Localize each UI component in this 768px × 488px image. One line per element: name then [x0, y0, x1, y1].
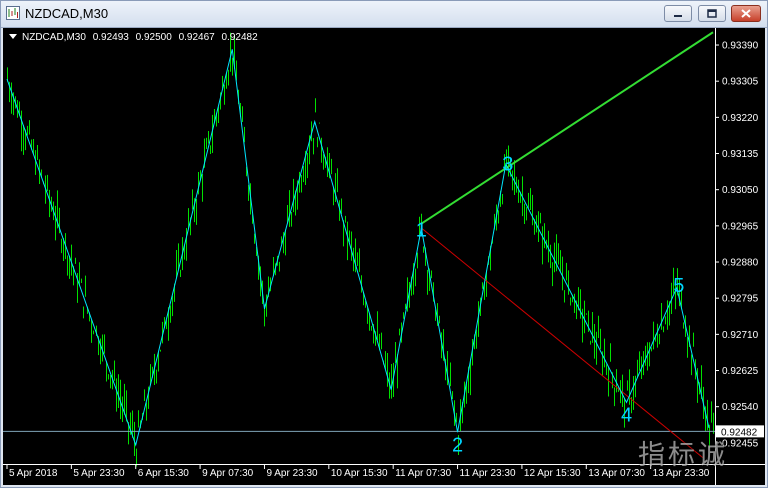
price-tick-label: 0.93305 [722, 77, 759, 88]
time-tick-label: 10 Apr 15:30 [331, 468, 388, 479]
wave-label: 5 [673, 275, 684, 297]
watermark: 指标诚 [638, 440, 728, 471]
wave-label: 2 [452, 434, 463, 456]
time-tick-label: 9 Apr 23:30 [266, 468, 318, 479]
price-bars [7, 32, 714, 467]
header-high: 0.92500 [135, 32, 172, 43]
window-title: NZDCAD,M30 [25, 6, 109, 21]
price-tick-label: 0.93135 [722, 149, 759, 160]
time-tick-label: 6 Apr 15:30 [138, 468, 190, 479]
terminal-chart-window: NZDCAD,M30 0.93390 0.93305 0.93220 0.93135 0… [0, 0, 768, 488]
restore-button[interactable] [698, 5, 726, 22]
header-close: 0.92482 [221, 32, 258, 43]
price-tick-label: 0.92965 [722, 221, 759, 232]
minimize-button[interactable] [664, 5, 692, 22]
price-chart[interactable]: 0.93390 0.93305 0.93220 0.93135 0.93050 0.929… [3, 28, 765, 485]
header-symbol: NZDCAD,M30 [22, 32, 86, 43]
chart-icon [6, 6, 20, 20]
time-tick-label: 12 Apr 15:30 [524, 468, 581, 479]
time-tick-label: 11 Apr 23:30 [460, 468, 516, 479]
header-open: 0.92493 [92, 32, 129, 43]
trendline-upper[interactable] [420, 31, 714, 225]
price-tick-label: 0.92625 [722, 366, 759, 377]
close-icon [741, 9, 751, 18]
wave-label: 4 [621, 405, 632, 427]
price-tick-label: 0.93220 [722, 113, 759, 124]
time-tick-label: 11 Apr 07:30 [395, 468, 451, 479]
title-bar[interactable]: NZDCAD,M30 [1, 1, 767, 28]
time-tick-label: 5 Apr 2018 [9, 468, 58, 479]
close-button[interactable] [731, 5, 761, 22]
price-tick-label: 0.93390 [722, 41, 759, 52]
price-tick-label: 0.92795 [722, 294, 759, 305]
price-tick-label: 0.92880 [722, 258, 759, 269]
triangle-down-icon[interactable] [9, 34, 17, 39]
chart-header: NZDCAD,M30 0.92493 0.92500 0.92467 0.924… [9, 32, 262, 43]
wave-label: 1 [416, 219, 427, 241]
wave-label: 3 [502, 154, 513, 176]
time-tick-label: 13 Apr 07:30 [588, 468, 645, 479]
price-tick-label: 0.92710 [722, 330, 759, 341]
time-tick-label: 5 Apr 23:30 [73, 468, 125, 479]
price-chart-canvas[interactable]: 0.93390 0.93305 0.93220 0.93135 0.93050 0.929… [3, 28, 765, 485]
header-low: 0.92467 [178, 32, 215, 43]
minimize-icon [674, 15, 682, 17]
restore-icon [707, 9, 717, 18]
price-tick-label: 0.93050 [722, 185, 759, 196]
price-tick-label: 0.92540 [722, 402, 759, 413]
time-tick-label: 9 Apr 07:30 [202, 468, 254, 479]
